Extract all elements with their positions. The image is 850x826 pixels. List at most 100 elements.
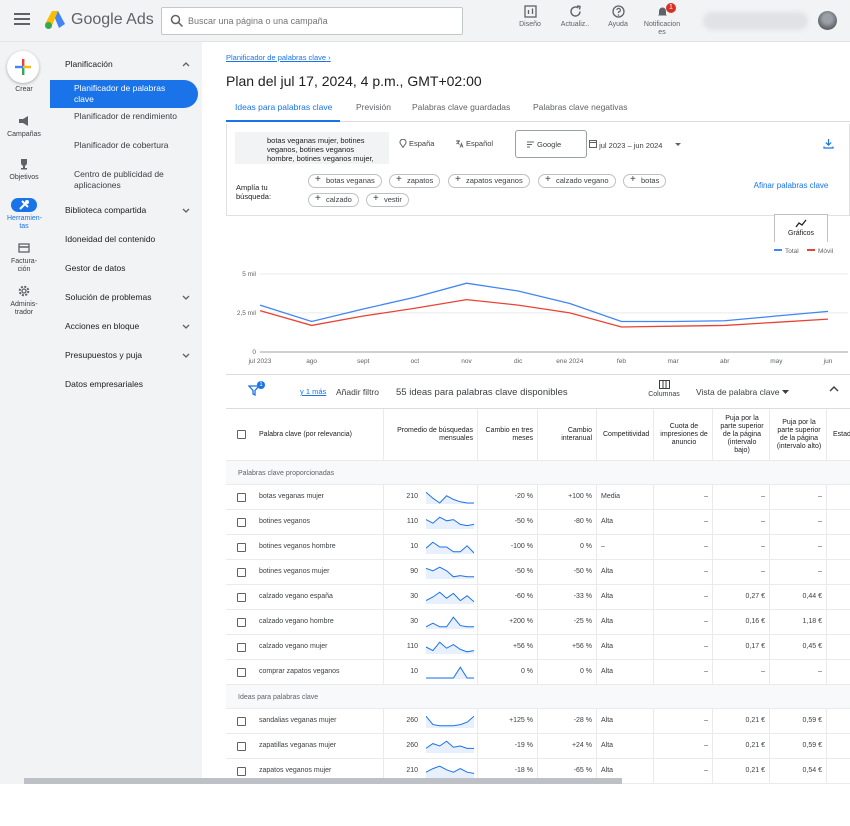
nav-reach-planner[interactable]: Planificador de cobertura	[74, 140, 194, 151]
dropdown-arrow-icon	[675, 143, 682, 146]
rail-billing[interactable]: Factura- ción	[0, 241, 48, 274]
header-competition-text: Competitividad	[603, 430, 650, 438]
trend-sparkline	[426, 491, 474, 504]
search-input[interactable]	[188, 12, 458, 30]
series-line-total	[259, 282, 829, 323]
download-icon[interactable]	[823, 138, 834, 149]
charts-button[interactable]: Gráficos	[774, 214, 828, 242]
network-filter[interactable]: Google	[515, 130, 587, 158]
search-box[interactable]	[161, 7, 463, 35]
breadcrumb[interactable]: Planificador de palabras clave ›	[226, 53, 331, 62]
menu-icon[interactable]	[14, 13, 30, 25]
nav-data-manager-label: Gestor de datos	[65, 263, 126, 273]
keyword-cell: botas veganas mujer	[226, 485, 384, 509]
suggestion-chip[interactable]: calzado vegano	[538, 174, 616, 188]
bid-low-cell-text: –	[761, 568, 765, 575]
nav-budgets-bidding[interactable]: Presupuestos y puja	[65, 350, 190, 360]
table-row: sandalias veganas mujer 260 +125 % -28 % Alt…	[226, 709, 850, 734]
nav-business-data[interactable]: Datos empresariales	[65, 379, 190, 389]
tab-forecast[interactable]: Previsión	[356, 102, 391, 112]
header-bid-high[interactable]: Puja por la parte superior de la página …	[770, 409, 827, 460]
horizontal-scrollbar[interactable]	[24, 778, 622, 784]
rail-goals-label: Objetivos	[9, 174, 39, 181]
suggestion-chip[interactable]: zapatos veganos	[448, 174, 530, 188]
header-three-month-change[interactable]: Cambio en tres meses	[478, 409, 538, 460]
view-dropdown[interactable]: Vista de palabra clave	[696, 387, 789, 397]
suggestion-chip[interactable]: vestir	[366, 193, 409, 207]
location-filter[interactable]: España	[399, 138, 434, 149]
suggestion-chip[interactable]: calzado	[308, 193, 359, 207]
competition-cell-text: Alta	[601, 717, 614, 724]
filter-bar: botas veganas mujer, botines veganos, bo…	[226, 124, 850, 216]
rail-tools[interactable]: Herramien- tas	[0, 198, 48, 231]
impression-share-cell: –	[654, 759, 713, 783]
tab-keyword-ideas[interactable]: Ideas para palabras clave	[235, 102, 332, 112]
header-bid-low[interactable]: Puja por la parte superior de la página …	[713, 409, 770, 460]
nav-performance-planner[interactable]: Planificador de rendimiento	[74, 111, 194, 122]
create-button[interactable]	[7, 51, 39, 83]
three-month-cell: -20 %	[478, 485, 538, 509]
megaphone-icon	[19, 116, 28, 126]
breadcrumb-link[interactable]: Planificador de palabras clave	[226, 53, 326, 62]
gear-icon	[18, 285, 30, 297]
chevron-up-icon[interactable]	[829, 385, 839, 393]
yoy-cell-text: -33 %	[573, 593, 592, 600]
legend-mobile: Móvil	[807, 248, 833, 255]
rail-admin-label: Adminis- trador	[10, 301, 38, 316]
tab-saved-keywords[interactable]: Palabras clave guardadas	[412, 102, 510, 112]
nav-content-suitability[interactable]: Idoneidad del contenido	[65, 234, 190, 244]
columns-button[interactable]: Columnas	[644, 380, 684, 398]
keyword-cell: calzado vegano españa	[226, 585, 384, 609]
competition-cell-text: Alta	[601, 668, 614, 675]
header-competition[interactable]: Competitividad	[597, 409, 654, 460]
rail-campaigns[interactable]: Campañas	[0, 114, 48, 139]
nav-bulk-actions[interactable]: Acciones en bloque	[65, 321, 190, 331]
yoy-cell: -25 %	[538, 610, 597, 634]
nav-planning[interactable]: Planificación	[65, 59, 190, 69]
trend-sparkline	[426, 541, 474, 554]
header-avg-searches[interactable]: Promedio de búsquedas mensuales	[384, 409, 478, 460]
notifications-button[interactable]: 1 Notificacion es	[640, 3, 684, 37]
tab-bar: Ideas para palabras clave Previsión Pala…	[226, 98, 850, 122]
keywords-box[interactable]: botas veganas mujer, botines veganos, bo…	[235, 132, 389, 164]
suggestion-chip[interactable]: zapatos	[389, 174, 441, 188]
avg-searches-cell: 90	[384, 560, 478, 584]
impression-share-cell-text: –	[704, 518, 708, 525]
impression-share-cell-text: –	[704, 717, 708, 724]
keyword-cell: calzado vegano mujer	[226, 635, 384, 659]
avg-searches-cell-text: 110	[406, 518, 418, 525]
x-tick-label: ene 2024	[556, 358, 583, 365]
bid-low-cell-text: 0,17 €	[745, 643, 765, 650]
add-filter-button[interactable]: Añadir filtro	[336, 387, 379, 397]
more-filters-link[interactable]: y 1 más	[300, 387, 326, 396]
help-button[interactable]: Ayuda	[596, 5, 640, 29]
rail-goals[interactable]: Objetivos	[0, 157, 48, 182]
yoy-cell-text: -25 %	[573, 618, 592, 625]
suggestion-chip[interactable]: botas veganas	[308, 174, 382, 188]
impression-share-cell-text: –	[704, 493, 708, 500]
nav-shared-library[interactable]: Biblioteca compartida	[65, 205, 190, 215]
tab-negative-keywords[interactable]: Palabras clave negativas	[533, 102, 628, 112]
header-yoy-change[interactable]: Cambio interanual	[538, 409, 597, 460]
header-bid-low-text: Puja por la parte superior de la página …	[720, 414, 764, 454]
nav-troubleshooting[interactable]: Solución de problemas	[65, 292, 190, 302]
design-button[interactable]: Diseño	[508, 5, 552, 29]
header-status[interactable]: Estado	[827, 409, 850, 460]
language-filter[interactable]: Español	[455, 139, 493, 148]
nav-data-manager[interactable]: Gestor de datos	[65, 263, 190, 273]
nav-app-advertising-hub[interactable]: Centro de publicidad de aplicaciones	[74, 169, 194, 191]
avatar[interactable]	[818, 11, 837, 30]
rail-admin[interactable]: Adminis- trador	[0, 284, 48, 317]
suggestion-chip[interactable]: botas	[623, 174, 667, 188]
bid-low-cell-text: 0,21 €	[745, 742, 765, 749]
refresh-button[interactable]: Actualiz..	[553, 5, 597, 29]
sparkline-area	[426, 642, 474, 654]
x-tick-label: feb	[617, 358, 626, 365]
refine-keywords-link[interactable]: Afinar palabras clave	[751, 181, 831, 191]
header-keyword[interactable]: Palabra clave (por relevancia)	[226, 409, 384, 460]
date-range-filter[interactable]: jul 2023 – jun 2024	[589, 139, 682, 150]
header-impression-share[interactable]: Cuota de impresiones de anuncio	[654, 409, 713, 460]
bid-low-cell: –	[713, 535, 770, 559]
account-info[interactable]	[703, 12, 808, 30]
nav-keyword-planner[interactable]: Planificador de palabras clave	[50, 80, 198, 108]
